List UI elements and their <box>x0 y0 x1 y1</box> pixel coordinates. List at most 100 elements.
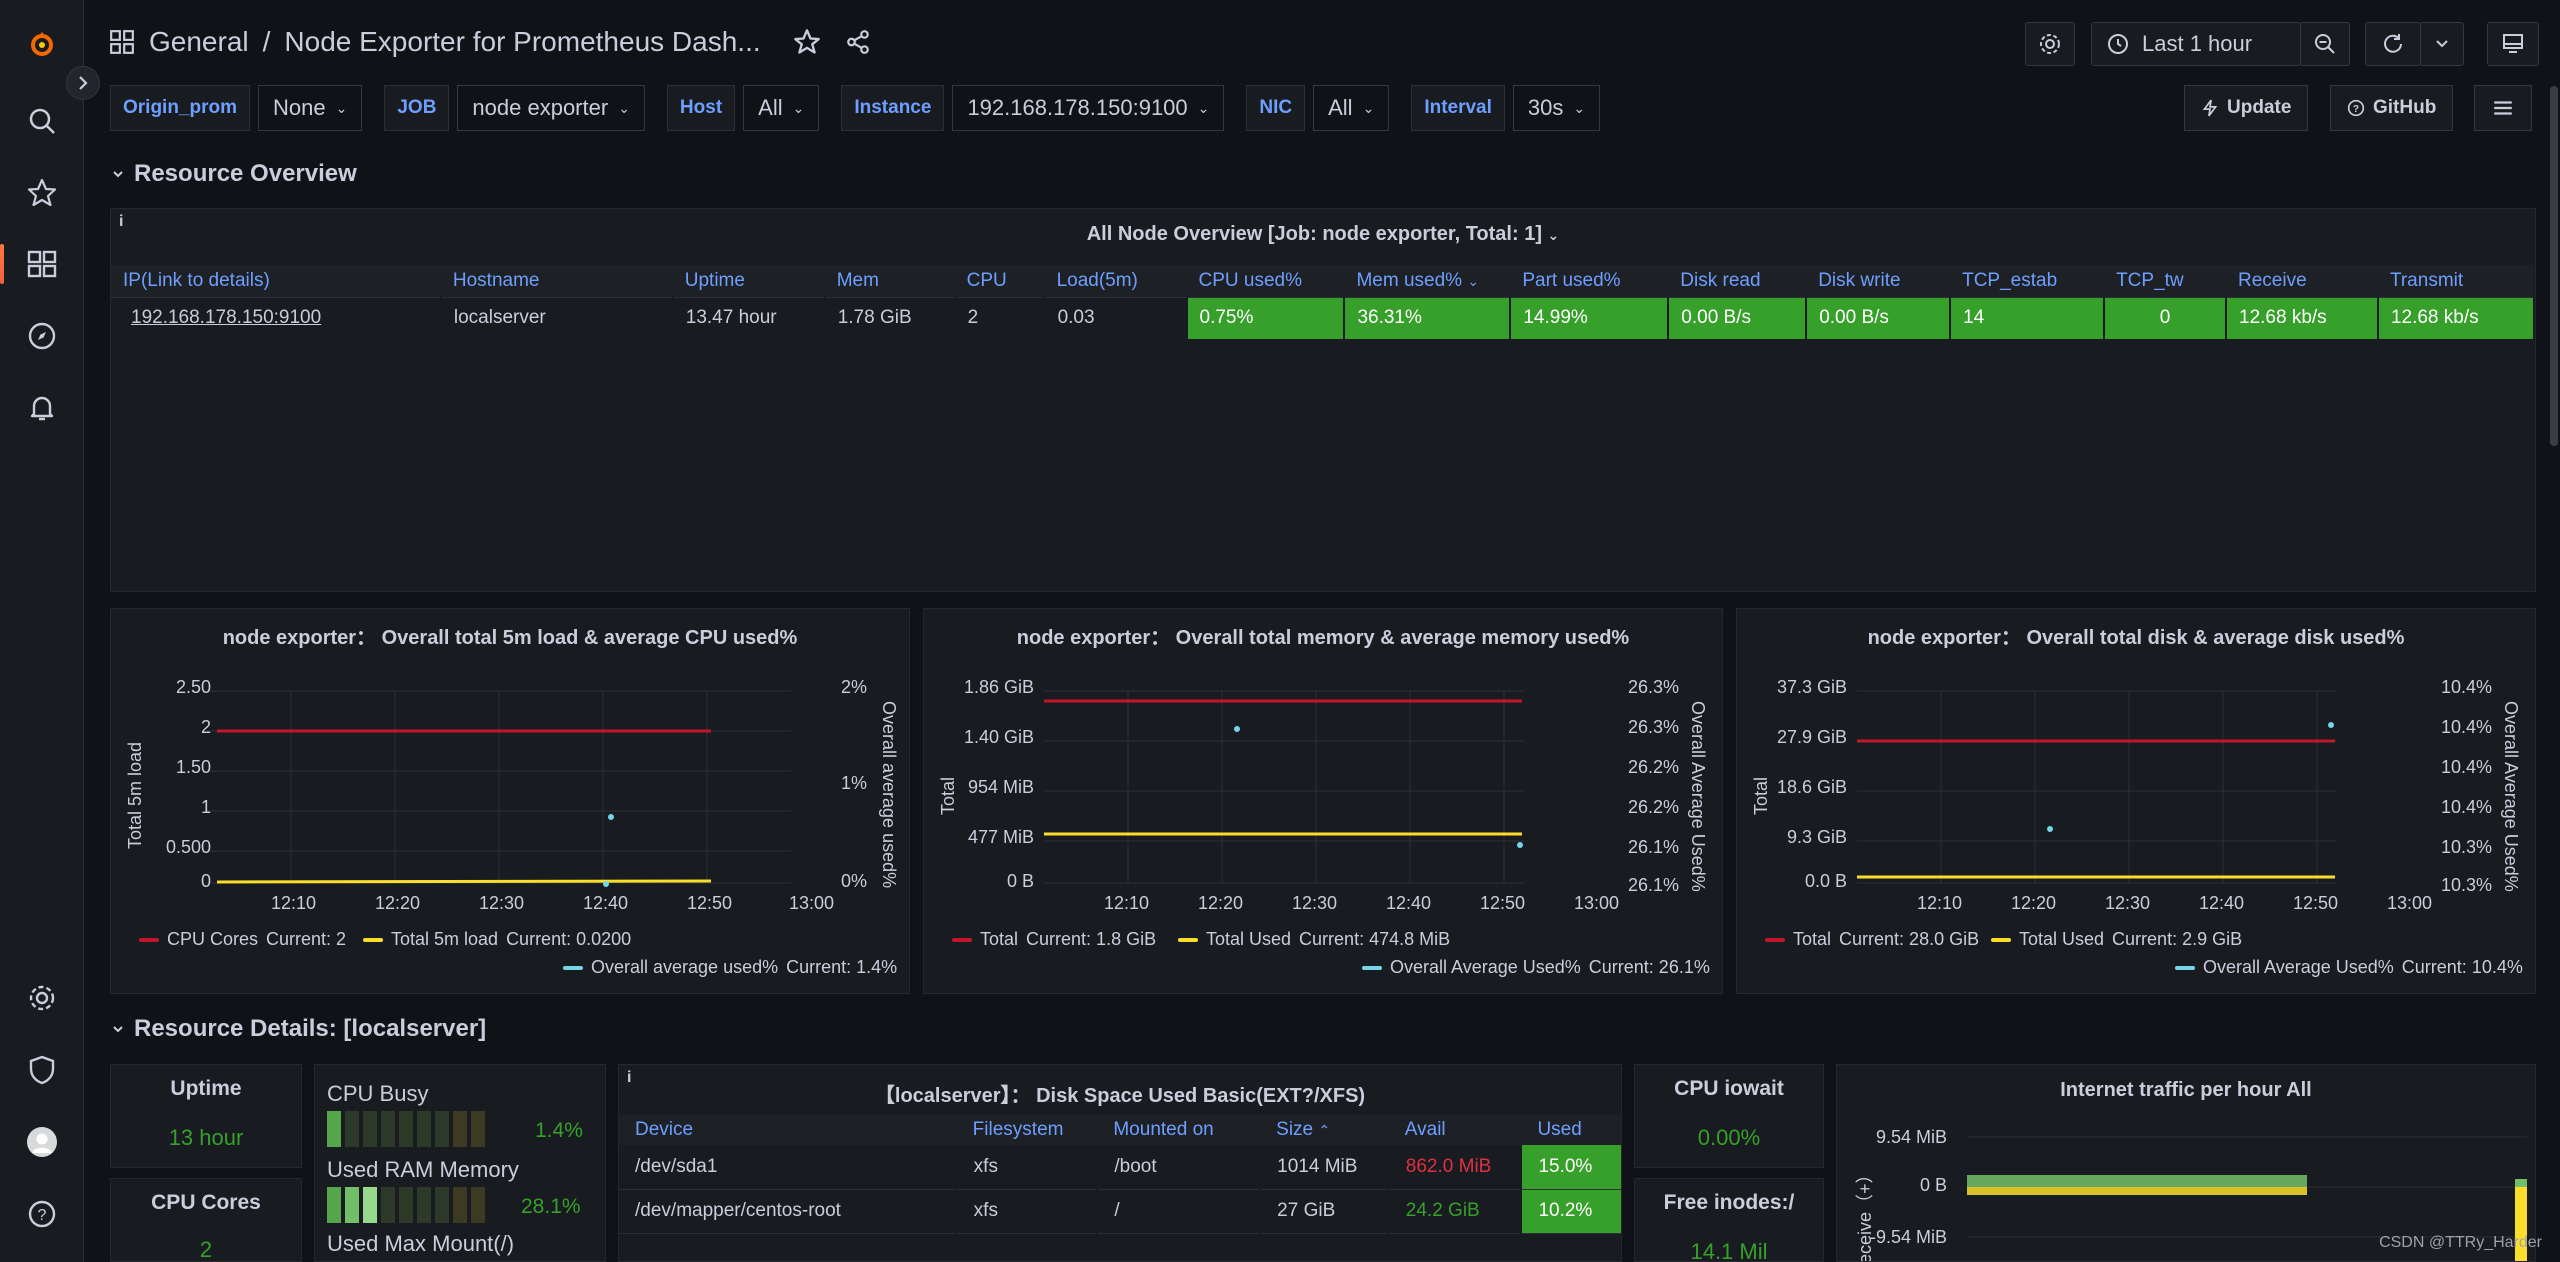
time-range-picker[interactable]: Last 1 hour <box>2091 22 2301 66</box>
uptime-stat-panel[interactable]: Uptime 13 hour <box>110 1064 302 1168</box>
variable-label: Instance <box>841 85 945 131</box>
variable-host-select[interactable]: All ⌄ <box>743 85 820 131</box>
view-mode-button[interactable] <box>2487 22 2539 66</box>
svg-text:?: ? <box>38 1207 47 1224</box>
legend-item[interactable]: Total Current: 1.8 GiB <box>952 929 1156 950</box>
variable-origin-prom-select[interactable]: None ⌄ <box>258 85 363 131</box>
col-header[interactable]: Transmit <box>2377 265 2534 298</box>
free-inodes-stat-panel[interactable]: Free inodes:/ 14.1 Mil <box>1634 1178 1824 1262</box>
legend-item[interactable]: Overall Average Used% Current: 26.1% <box>1362 957 1710 978</box>
panel-title[interactable]: Internet traffic per hour All <box>1837 1079 2535 1102</box>
shield-icon[interactable] <box>22 1050 62 1090</box>
panel-title[interactable]: 【localserver】： Disk Space Used Basic(EXT… <box>619 1079 1621 1108</box>
col-header[interactable]: Receive <box>2226 265 2378 298</box>
variable-value: 30s <box>1527 95 1564 120</box>
dashboards-icon[interactable] <box>22 244 62 284</box>
y-tick: 9.3 GiB <box>1786 827 1847 847</box>
search-icon[interactable] <box>22 101 62 141</box>
cell-filesystem: xfs <box>956 1189 1099 1234</box>
col-header[interactable]: Mem <box>824 265 955 298</box>
x-tick: 12:30 <box>1292 893 1338 913</box>
memory-chart-plot[interactable] <box>1044 681 1524 887</box>
github-link-button[interactable]: ? GitHub <box>2330 85 2454 131</box>
col-header[interactable]: Disk write <box>1806 265 1951 298</box>
panel-title[interactable]: All Node Overview [Job: node exporter, T… <box>111 223 2535 246</box>
col-header[interactable]: CPU used% <box>1186 265 1345 298</box>
legend-item[interactable]: Total Used Current: 474.8 MiB <box>1178 929 1450 950</box>
legend-item[interactable]: Overall Average Used% Current: 10.4% <box>2175 957 2523 978</box>
explore-icon[interactable] <box>22 316 62 356</box>
configuration-gear-icon[interactable] <box>22 978 62 1018</box>
col-header[interactable]: Part used% <box>1510 265 1669 298</box>
disk-chart-plot[interactable] <box>1857 681 2337 887</box>
col-header[interactable]: Uptime <box>672 265 825 298</box>
variable-interval-select[interactable]: 30s ⌄ <box>1512 85 1601 131</box>
cpu-chart-plot[interactable] <box>207 681 791 887</box>
cpu-iowait-stat-panel[interactable]: CPU iowait 0.00% <box>1634 1064 1824 1168</box>
x-tick: 12:40 <box>583 893 629 913</box>
refresh-interval-dropdown[interactable] <box>2420 22 2464 66</box>
legend-item[interactable]: Total Current: 28.0 GiB <box>1765 929 1979 950</box>
help-icon[interactable]: ? <box>22 1194 62 1234</box>
variable-instance-select[interactable]: 192.168.178.150:9100 ⌄ <box>952 85 1225 131</box>
variable-nic-select[interactable]: All ⌄ <box>1313 85 1390 131</box>
panel-title[interactable]: node exporter： Overall total disk & aver… <box>1737 621 2535 650</box>
col-header-sorted[interactable]: Mem used% ⌄ <box>1344 265 1511 298</box>
page-scrollbar[interactable] <box>2550 86 2558 446</box>
star-icon[interactable] <box>22 173 62 213</box>
y-right-tick: 26.3% <box>1628 677 1680 697</box>
user-avatar[interactable] <box>22 1122 62 1162</box>
variable-job-select[interactable]: node exporter ⌄ <box>457 85 645 131</box>
col-header[interactable]: TCP_estab <box>1950 265 2105 298</box>
refresh-button[interactable] <box>2365 22 2421 66</box>
col-header[interactable]: Avail <box>1388 1115 1522 1145</box>
legend-item[interactable]: Total 5m load Current: 0.0200 <box>363 929 631 950</box>
grafana-logo-icon[interactable] <box>22 24 62 64</box>
col-header[interactable]: Load(5m) <box>1044 265 1187 298</box>
col-header[interactable]: Used <box>1521 1115 1621 1145</box>
chevron-down-icon <box>113 1026 123 1033</box>
dashboard-settings-button[interactable] <box>2025 22 2075 66</box>
alerting-bell-icon[interactable] <box>22 388 62 428</box>
memory-chart-panel: node exporter： Overall total memory & av… <box>923 608 1723 994</box>
variable-value: All <box>1328 95 1353 120</box>
ip-link[interactable]: 192.168.178.150:9100 <box>111 297 442 339</box>
col-header[interactable]: IP(Link to details) <box>111 265 441 298</box>
expand-menu-button[interactable] <box>66 66 100 100</box>
row-resource-details[interactable]: Resource Details: [localserver] <box>112 1015 486 1043</box>
dashboard-title[interactable]: Node Exporter for Prometheus Dash... <box>284 26 760 58</box>
y-right-tick: 26.2% <box>1628 797 1680 817</box>
col-header[interactable]: TCP_tw <box>2104 265 2227 298</box>
legend-item[interactable]: Total Used Current: 2.9 GiB <box>1991 929 2242 950</box>
row-resource-overview[interactable]: Resource Overview <box>112 160 357 188</box>
star-favorite-icon[interactable] <box>793 28 821 56</box>
zoom-out-button[interactable] <box>2300 22 2350 66</box>
update-label: Update <box>2227 97 2292 118</box>
panel-title[interactable]: node exporter： Overall total 5m load & a… <box>111 621 909 650</box>
gauge-label: Used RAM Memory <box>327 1157 519 1182</box>
menu-button[interactable] <box>2474 85 2532 131</box>
series-avg-point <box>2047 826 2053 832</box>
col-header[interactable]: Filesystem <box>956 1115 1098 1145</box>
col-header-sorted[interactable]: Size ⌃ <box>1260 1115 1389 1145</box>
col-header[interactable]: Device <box>619 1115 957 1145</box>
panel-title[interactable]: node exporter： Overall total memory & av… <box>924 621 1722 650</box>
y-axis-label: Total <box>938 776 958 815</box>
chevron-down-icon: ⌄ <box>1547 227 1560 243</box>
cpu-cores-stat-panel[interactable]: CPU Cores 2 <box>110 1178 302 1262</box>
chevron-right-icon <box>79 76 88 90</box>
breadcrumb-folder[interactable]: General <box>149 26 249 58</box>
table-header-row: IP(Link to details) Hostname Uptime Mem … <box>111 265 2534 298</box>
col-header[interactable]: Disk read <box>1668 265 1807 298</box>
refresh-icon <box>2384 34 2402 53</box>
chevron-down-icon: ⌄ <box>792 99 805 116</box>
legend-item[interactable]: Overall average used% Current: 1.4% <box>563 957 897 978</box>
col-header[interactable]: CPU <box>954 265 1045 298</box>
legend-item[interactable]: CPU Cores Current: 2 <box>139 929 346 950</box>
variable-value: node exporter <box>472 95 609 120</box>
update-link-button[interactable]: Update <box>2184 85 2309 131</box>
share-icon[interactable] <box>845 29 871 55</box>
col-header[interactable]: Mounted on <box>1097 1115 1261 1145</box>
bar-gauge-panel[interactable]: CPU Busy 1.4% Used RAM Memory 28.1% Used… <box>314 1064 606 1262</box>
col-header[interactable]: Hostname <box>440 265 673 298</box>
